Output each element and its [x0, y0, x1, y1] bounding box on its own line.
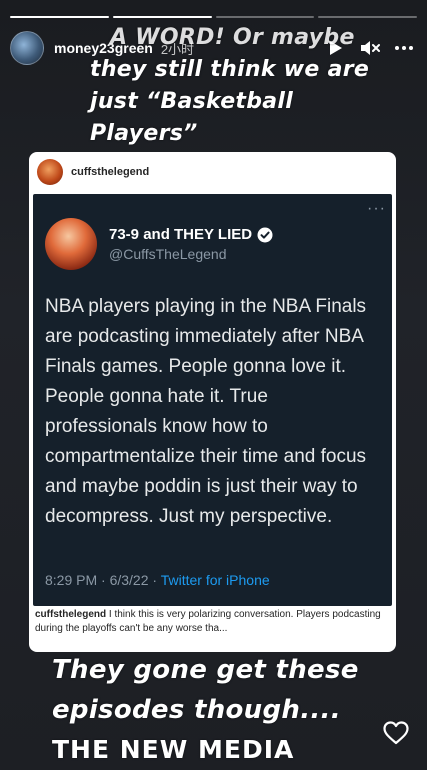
tweet-author-name: 73-9 and THEY LIED [109, 226, 273, 243]
top-text-line: A WORD! Or maybe [110, 25, 355, 50]
heart-icon[interactable] [383, 721, 409, 750]
story-bottom-text: They gone get these episodes though.... … [0, 650, 427, 770]
tweet-author-label: 73-9 and THEY LIED [109, 226, 253, 243]
top-text-line: just “Basketball [90, 89, 294, 114]
shared-post-avatar[interactable] [37, 159, 63, 185]
progress-segment [215, 16, 315, 18]
bottom-text-line: episodes though.... [52, 695, 341, 725]
story-progress [10, 16, 417, 18]
tweet-screenshot: 73-9 and THEY LIED @CuffsTheLegend ··· N… [33, 194, 392, 606]
verified-icon [257, 227, 273, 242]
shared-post-caption: cuffsthelegend I think this is very pola… [35, 608, 390, 636]
tweet-avatar [45, 218, 97, 270]
tweet-header: 73-9 and THEY LIED @CuffsTheLegend [45, 218, 380, 270]
story-top-text: A WORD! Or maybe they still think we are… [0, 22, 427, 150]
caption-username: cuffsthelegend [35, 609, 107, 620]
tweet-text: NBA players playing in the NBA Finals ar… [45, 296, 367, 527]
progress-segment [112, 16, 212, 18]
top-text-line: they still think we are [90, 57, 370, 82]
shared-post-header: cuffsthelegend [29, 152, 396, 192]
shared-post-username[interactable]: cuffsthelegend [71, 166, 149, 178]
progress-segment [10, 16, 109, 18]
progress-segment [318, 16, 417, 18]
tweet-time: 8:29 PM · 6/3/22 · [45, 572, 161, 588]
bottom-text-line: They gone get these [52, 655, 359, 685]
tweet-source: Twitter for iPhone [160, 572, 270, 588]
shared-post-card[interactable]: cuffsthelegend 73-9 and THEY LIED @Cuffs… [29, 152, 396, 652]
bottom-text-line: THE NEW MEDIA [52, 735, 295, 764]
tweet-handle: @CuffsTheLegend [109, 246, 227, 262]
tweet-more-icon: ··· [367, 200, 386, 217]
top-text-line: Players” [90, 121, 198, 146]
tweet-meta: 8:29 PM · 6/3/22 · Twitter for iPhone [45, 572, 270, 588]
